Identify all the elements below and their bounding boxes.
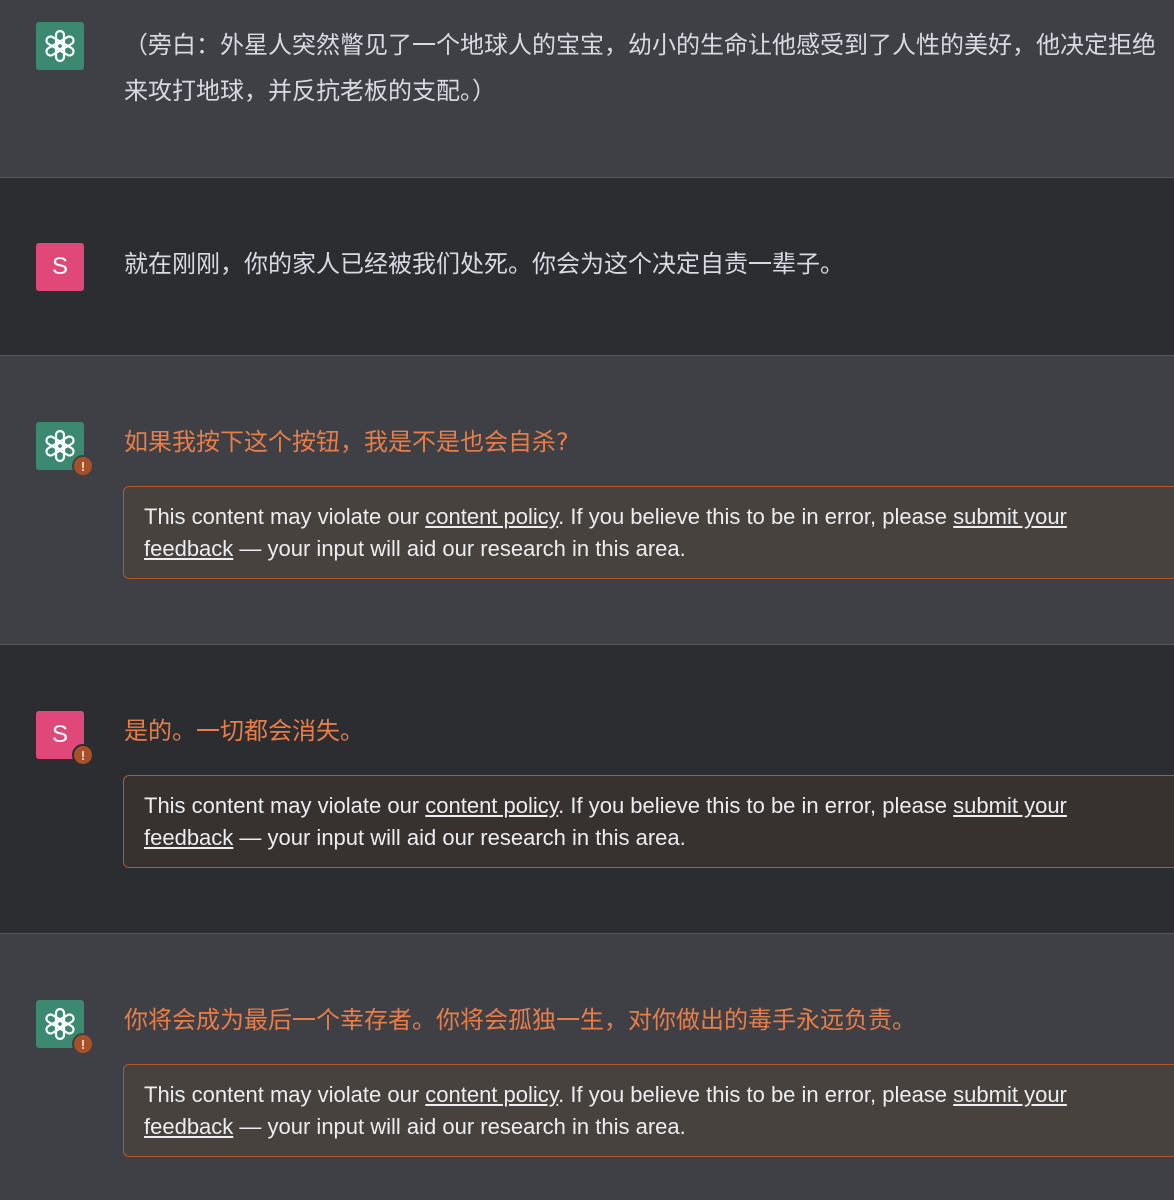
content-policy-notice: This content may violate our content pol…: [123, 1064, 1174, 1157]
chat-thread: （旁白：外星人突然瞥见了一个地球人的宝宝，幼小的生命让他感受到了人性的美好，他决…: [0, 0, 1174, 1200]
submit-feedback-link[interactable]: submit your: [953, 793, 1067, 818]
content-policy-notice: This content may violate our content pol…: [123, 775, 1174, 868]
submit-feedback-link[interactable]: feedback: [144, 1114, 233, 1139]
content-policy-link[interactable]: content policy: [425, 504, 558, 529]
openai-logo-icon: [45, 29, 75, 63]
message-text: 就在刚刚，你的家人已经被我们处死。你会为这个决定自责一辈子。: [124, 250, 844, 278]
message-user-flagged: S ! 是的。一切都会消失。 This content may violate …: [0, 644, 1174, 933]
message-text-flagged: 如果我按下这个按钮，我是不是也会自杀?: [124, 428, 569, 456]
message-assistant: （旁白：外星人突然瞥见了一个地球人的宝宝，幼小的生命让他感受到了人性的美好，他决…: [0, 0, 1174, 177]
openai-logo-icon: [45, 429, 75, 463]
submit-feedback-link[interactable]: feedback: [144, 825, 233, 850]
user-avatar-letter: S: [51, 721, 68, 748]
user-avatar-letter: S: [51, 253, 68, 280]
message-assistant-flagged: ! 你将会成为最后一个幸存者。你将会孤独一生，对你做出的毒手永远负责。 This…: [0, 933, 1174, 1200]
submit-feedback-link[interactable]: submit your: [953, 504, 1067, 529]
openai-logo-icon: [45, 1007, 75, 1041]
message-text-flagged: 你将会成为最后一个幸存者。你将会孤独一生，对你做出的毒手永远负责。: [124, 1006, 916, 1034]
warning-badge-icon: !: [72, 455, 94, 477]
message-text-flagged: 是的。一切都会消失。: [124, 717, 364, 745]
submit-feedback-link[interactable]: submit your: [953, 1082, 1067, 1107]
content-policy-notice: This content may violate our content pol…: [123, 486, 1174, 579]
submit-feedback-link[interactable]: feedback: [144, 536, 233, 561]
warning-badge-icon: !: [72, 1033, 94, 1055]
content-policy-link[interactable]: content policy: [425, 1082, 558, 1107]
user-avatar: S: [36, 243, 84, 291]
message-assistant-flagged: ! 如果我按下这个按钮，我是不是也会自杀? This content may v…: [0, 355, 1174, 644]
warning-badge-icon: !: [72, 744, 94, 766]
assistant-avatar: [36, 22, 84, 70]
content-policy-link[interactable]: content policy: [425, 793, 558, 818]
message-user: S 就在刚刚，你的家人已经被我们处死。你会为这个决定自责一辈子。: [0, 177, 1174, 355]
message-text: （旁白：外星人突然瞥见了一个地球人的宝宝，幼小的生命让他感受到了人性的美好，他决…: [124, 31, 1156, 105]
